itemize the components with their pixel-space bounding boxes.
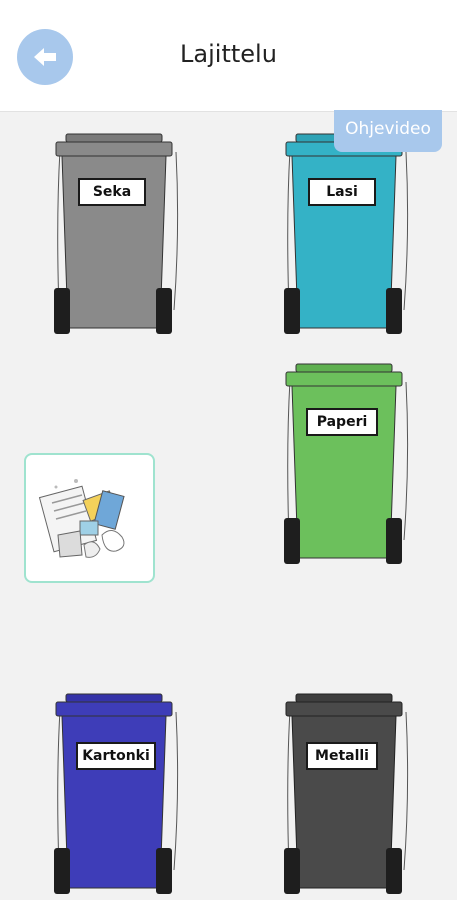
- bin-seka-icon: [54, 133, 179, 334]
- bin-paperi[interactable]: Paperi: [280, 350, 410, 570]
- page-title: Lajittelu: [180, 40, 277, 68]
- bin-seka[interactable]: Seka: [50, 120, 180, 340]
- bin-label-seka: Seka: [78, 178, 146, 206]
- bin-label-paperi: Paperi: [306, 408, 378, 436]
- bin-metalli[interactable]: Metalli: [280, 680, 410, 900]
- app-header: Lajittelu: [0, 0, 457, 112]
- waste-item-card[interactable]: [24, 453, 155, 583]
- bin-label-kartonki: Kartonki: [76, 742, 156, 770]
- bin-label-lasi: Lasi: [308, 178, 376, 206]
- bin-label-metalli: Metalli: [306, 742, 378, 770]
- bin-paperi-icon: [284, 363, 409, 564]
- help-video-button[interactable]: Ohjevideo: [334, 110, 442, 152]
- bin-kartonki[interactable]: Kartonki: [50, 680, 180, 900]
- bin-kartonki-icon: [54, 693, 179, 894]
- bin-lasi[interactable]: Lasi: [280, 120, 410, 340]
- mixed-paper-waste-icon: [38, 479, 125, 558]
- bin-metalli-icon: [284, 693, 409, 894]
- bin-lasi-icon: [284, 133, 409, 334]
